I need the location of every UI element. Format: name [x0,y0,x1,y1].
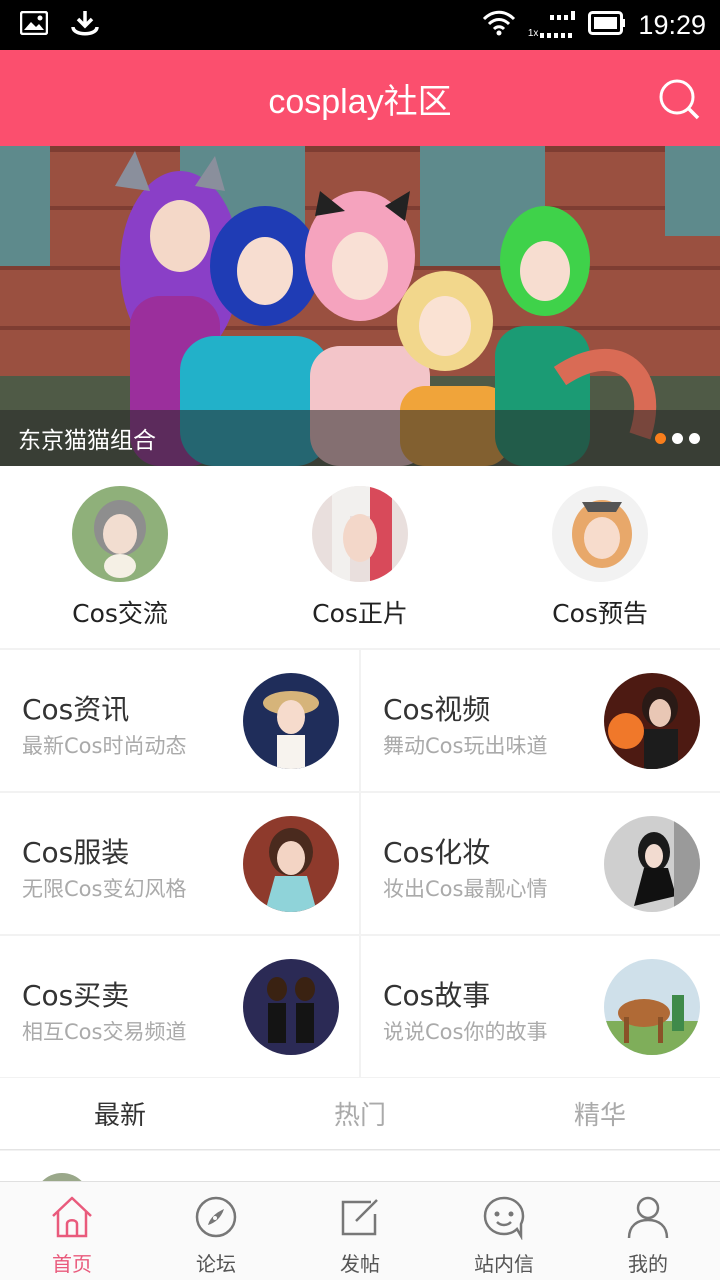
avatar [243,673,339,769]
tab-featured[interactable]: 精华 [480,1078,720,1149]
nav-label: 站内信 [474,1252,534,1276]
home-icon [52,1196,92,1238]
avatar [604,816,700,912]
category-market[interactable]: Cos买卖 相互Cos交易频道 [0,936,359,1077]
avatar [72,486,168,582]
user-icon [627,1196,669,1239]
compass-icon [195,1196,237,1238]
category-subtitle: 相互Cos交易频道 [22,1020,187,1044]
avatar [243,959,339,1055]
nav-label: 首页 [52,1252,92,1276]
network-type-label: 1x [527,28,539,39]
message-icon [483,1196,525,1240]
category-title: Cos资讯 [22,693,130,726]
quick-category-label: Cos预告 [552,599,648,628]
quick-category-label: Cos交流 [72,599,168,628]
category-title: Cos买卖 [22,979,130,1012]
avatar [552,486,648,582]
search-button[interactable] [658,78,700,120]
nav-messages[interactable]: 站内信 [432,1182,576,1280]
category-subtitle: 最新Cos时尚动态 [22,734,187,758]
nav-label: 论坛 [196,1252,236,1276]
wifi-icon [482,10,516,40]
category-title: Cos化妆 [383,836,491,869]
feed-tabs: 最新 热门 精华 [0,1078,720,1150]
download-icon [70,9,100,41]
bottom-nav: 首页 论坛 发帖 站内信 我的 [0,1181,720,1280]
category-grid: Cos资讯 最新Cos时尚动态 Cos视频 舞动Cos玩出味道 Cos服装 无限… [0,650,720,1078]
category-news[interactable]: Cos资讯 最新Cos时尚动态 [0,650,359,791]
page-title: cosplay社区 [268,82,452,121]
avatar [604,673,700,769]
status-bar: 1x 19:29 [0,0,720,50]
nav-post[interactable]: 发帖 [288,1182,432,1280]
banner-carousel[interactable]: 东京猫猫组合 [0,146,720,466]
banner-caption: 东京猫猫组合 [18,428,156,454]
gallery-icon [19,10,49,39]
category-subtitle: 舞动Cos玩出味道 [383,734,548,758]
avatar [34,1173,90,1181]
nav-profile[interactable]: 我的 [576,1182,720,1280]
signal-indicator: 1x [528,11,577,39]
nav-label: 我的 [628,1252,668,1276]
clock: 19:29 [638,9,706,40]
search-icon [659,79,700,120]
edit-icon [341,1199,378,1236]
feed-list [0,1151,720,1181]
category-title: Cos故事 [383,979,491,1012]
nav-forum[interactable]: 论坛 [144,1182,288,1280]
category-costume[interactable]: Cos服装 无限Cos变幻风格 [0,793,359,934]
tab-hot[interactable]: 热门 [240,1078,480,1149]
banner-caption-bar: 东京猫猫组合 [0,410,720,466]
carousel-dot[interactable] [672,433,683,444]
avatar [604,959,700,1055]
avatar [243,816,339,912]
battery-icon [588,11,626,39]
category-subtitle: 无限Cos变幻风格 [22,877,187,901]
quick-category-exchange[interactable]: Cos交流 [0,466,240,648]
quick-category-label: Cos正片 [312,599,408,628]
avatar [312,486,408,582]
category-subtitle: 说说Cos你的故事 [383,1020,548,1044]
nav-label: 发帖 [340,1252,380,1276]
carousel-dots [655,433,700,444]
carousel-dot[interactable] [655,433,666,444]
category-story[interactable]: Cos故事 说说Cos你的故事 [361,936,720,1077]
nav-home[interactable]: 首页 [0,1182,144,1280]
signal-icon [540,11,576,38]
category-title: Cos视频 [383,693,491,726]
category-video[interactable]: Cos视频 舞动Cos玩出味道 [361,650,720,791]
tab-latest[interactable]: 最新 [0,1078,240,1149]
carousel-dot[interactable] [689,433,700,444]
category-subtitle: 妆出Cos最靓心情 [383,877,548,901]
quick-categories: Cos交流 Cos正片 Cos预告 [0,466,720,648]
quick-category-preview[interactable]: Cos预告 [480,466,720,648]
app-header: cosplay社区 [0,50,720,146]
quick-category-photos[interactable]: Cos正片 [240,466,480,648]
category-title: Cos服装 [22,836,130,869]
category-makeup[interactable]: Cos化妆 妆出Cos最靓心情 [361,793,720,934]
